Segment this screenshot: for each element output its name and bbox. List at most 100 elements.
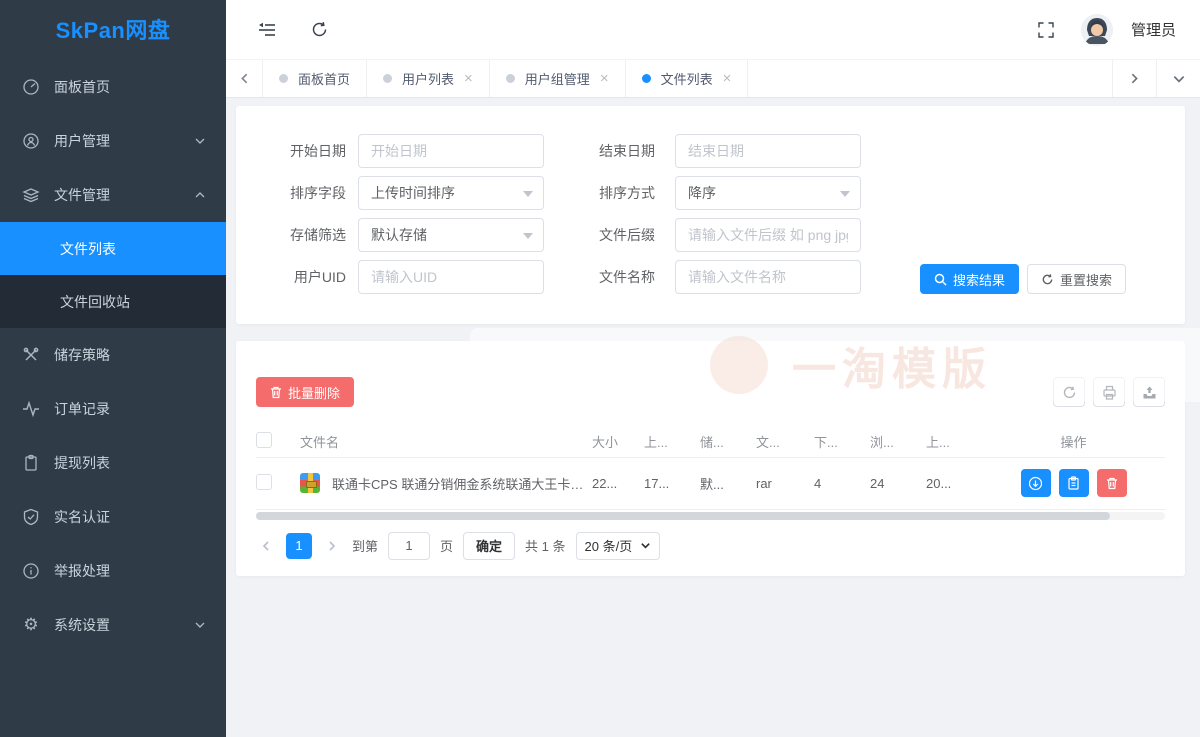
tab-file-list[interactable]: 文件列表 × xyxy=(625,60,749,97)
tab-user-group[interactable]: 用户组管理 × xyxy=(489,60,626,97)
search-button[interactable]: 搜索结果 xyxy=(920,264,1019,294)
select-value: 默认存储 xyxy=(371,225,427,245)
export-button[interactable] xyxy=(1133,377,1165,407)
tab-user-list[interactable]: 用户列表 × xyxy=(366,60,490,97)
refresh-table-button[interactable] xyxy=(1053,377,1085,407)
sidebar-item-label: 文件回收站 xyxy=(60,292,130,312)
print-button[interactable] xyxy=(1093,377,1125,407)
start-date-input[interactable] xyxy=(358,134,544,168)
sidebar-item-file-list[interactable]: 文件列表 xyxy=(0,222,226,275)
file-name-link[interactable]: 联通卡CPS 联通分销佣金系统联通大王卡分... xyxy=(332,474,592,493)
rar-file-icon xyxy=(300,473,320,493)
collapse-sidebar-button[interactable] xyxy=(250,13,284,47)
sidebar-item-withdraw[interactable]: 提现列表 xyxy=(0,436,226,490)
prev-page-button[interactable] xyxy=(256,540,276,552)
sidebar-item-label: 提现列表 xyxy=(54,453,206,473)
close-icon[interactable]: × xyxy=(464,71,473,86)
sidebar-item-label: 储存策略 xyxy=(54,345,206,365)
tab-dot xyxy=(279,74,288,83)
total-count-label: 共 1 条 xyxy=(525,536,565,555)
shield-check-icon xyxy=(22,508,40,526)
select-all-checkbox[interactable] xyxy=(256,432,272,448)
goto-confirm-button[interactable]: 确定 xyxy=(463,532,515,560)
sidebar-item-file-recycle[interactable]: 文件回收站 xyxy=(0,275,226,328)
upload-ip-cell: 20... xyxy=(926,457,982,509)
sidebar: SkPan网盘 面板首页 用户管理 文件管理 文件列表 xyxy=(0,0,226,737)
end-date-input[interactable] xyxy=(675,134,861,168)
delete-button[interactable] xyxy=(1097,469,1127,497)
sidebar-item-orders[interactable]: 订单记录 xyxy=(0,382,226,436)
refresh-page-button[interactable] xyxy=(302,13,336,47)
sort-field-select[interactable]: 上传时间排序 xyxy=(358,176,544,210)
row-checkbox[interactable] xyxy=(256,474,272,490)
tabs-scroll-left-button[interactable] xyxy=(226,60,262,97)
trash-icon xyxy=(270,386,282,399)
tabs-menu-button[interactable] xyxy=(1156,60,1200,97)
file-name-input[interactable] xyxy=(675,260,861,294)
sidebar-item-users[interactable]: 用户管理 xyxy=(0,114,226,168)
batch-delete-button[interactable]: 批量删除 xyxy=(256,377,354,407)
caret-down-icon xyxy=(840,191,850,197)
chevron-right-icon xyxy=(1128,72,1141,85)
search-button-label: 搜索结果 xyxy=(953,270,1005,289)
upload-time-cell: 17... xyxy=(644,457,700,509)
sidebar-item-label: 订单记录 xyxy=(54,399,206,419)
app-window: SkPan网盘 面板首页 用户管理 文件管理 文件列表 xyxy=(0,0,1200,737)
scrollbar-thumb[interactable] xyxy=(256,512,1110,520)
pagination: 1 到第 页 确定 共 1 条 20 条/页 xyxy=(256,532,1165,560)
sidebar-item-realname[interactable]: 实名认证 xyxy=(0,490,226,544)
select-value: 20 条/页 xyxy=(585,536,633,555)
sidebar-item-dashboard[interactable]: 面板首页 xyxy=(0,60,226,114)
copy-link-button[interactable] xyxy=(1059,469,1089,497)
tab-label: 文件列表 xyxy=(661,69,713,88)
suffix-cell: rar xyxy=(756,457,814,509)
sidebar-item-label: 实名认证 xyxy=(54,507,206,527)
page-unit-label: 页 xyxy=(440,536,453,555)
close-icon[interactable]: × xyxy=(723,71,732,86)
sidebar-item-label: 系统设置 xyxy=(54,615,194,635)
avatar[interactable] xyxy=(1081,14,1113,46)
page-number-button[interactable]: 1 xyxy=(286,533,312,559)
field-label: 排序字段 xyxy=(276,183,346,203)
file-suffix-input[interactable] xyxy=(675,218,861,252)
file-name-cell: 联通卡CPS 联通分销佣金系统联通大王卡分... xyxy=(300,473,592,493)
download-button[interactable] xyxy=(1021,469,1051,497)
clipboard-icon xyxy=(1067,476,1080,490)
sidebar-item-report[interactable]: 举报处理 xyxy=(0,544,226,598)
sort-order-select[interactable]: 降序 xyxy=(675,176,861,210)
tab-dot xyxy=(506,74,515,83)
tabbar-spacer xyxy=(747,60,1112,97)
dashboard-icon xyxy=(22,78,40,96)
storage-cell: 默... xyxy=(700,457,756,509)
page-size-select[interactable]: 20 条/页 xyxy=(576,532,661,560)
sidebar-item-storage-policy[interactable]: 储存策略 xyxy=(0,328,226,382)
field-label: 文件后缀 xyxy=(585,225,655,245)
batch-delete-label: 批量删除 xyxy=(288,383,340,402)
sidebar-item-files[interactable]: 文件管理 xyxy=(0,168,226,222)
tabs-scroll-right-button[interactable] xyxy=(1112,60,1156,97)
sidebar-item-settings[interactable]: ⚙ 系统设置 xyxy=(0,598,226,652)
app-logo: SkPan网盘 xyxy=(0,0,226,57)
goto-page-input[interactable] xyxy=(388,532,430,560)
next-page-button[interactable] xyxy=(322,540,342,552)
tab-dashboard[interactable]: 面板首页 xyxy=(262,60,367,97)
column-header: 储... xyxy=(700,427,756,457)
gear-icon: ⚙ xyxy=(22,616,40,634)
user-uid-input[interactable] xyxy=(358,260,544,294)
table-header-row: 文件名 大小 上... 储... 文... 下... 浏... 上... 操作 xyxy=(256,427,1165,457)
tab-label: 面板首页 xyxy=(298,69,350,88)
header-right-group: 管理员 xyxy=(1029,13,1176,47)
table-toolbar: 批量删除 xyxy=(256,377,1165,407)
caret-down-icon xyxy=(523,191,533,197)
close-icon[interactable]: × xyxy=(600,71,609,86)
filter-buttons: 搜索结果 重置搜索 xyxy=(920,264,1126,294)
sidebar-item-label: 面板首页 xyxy=(54,77,206,97)
tools-icon xyxy=(22,346,40,364)
reset-search-button[interactable]: 重置搜索 xyxy=(1027,264,1126,294)
filter-card: 开始日期 结束日期 排序字段 上传时间排序 排序方式 降序 xyxy=(236,106,1185,324)
fullscreen-button[interactable] xyxy=(1029,13,1063,47)
horizontal-scrollbar xyxy=(256,512,1165,520)
users-icon xyxy=(22,132,40,150)
storage-filter-select[interactable]: 默认存储 xyxy=(358,218,544,252)
current-user-label[interactable]: 管理员 xyxy=(1131,19,1176,40)
